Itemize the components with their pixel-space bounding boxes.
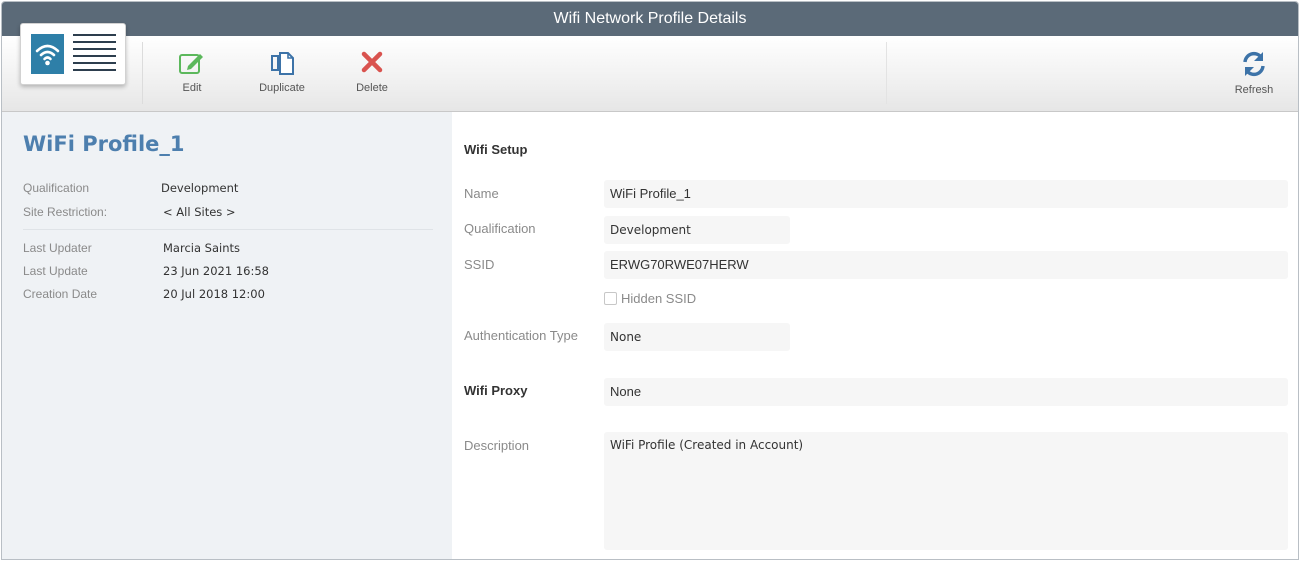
meta-label: Last Updater (23, 241, 92, 255)
name-label: Name (464, 186, 499, 201)
meta-value: 23 Jun 2021 16:58 (163, 264, 269, 278)
auth-type-field[interactable]: None (604, 323, 790, 351)
delete-label: Delete (356, 82, 388, 94)
meta-divider (23, 229, 433, 230)
ssid-label: SSID (464, 257, 495, 272)
window-title: Wifi Network Profile Details (2, 2, 1298, 36)
edit-icon (179, 54, 203, 74)
description-label: Description (464, 438, 530, 453)
hidden-ssid-label: Hidden SSID (621, 291, 697, 306)
summary-panel: WiFi Profile_1 Qualification Development… (2, 112, 452, 559)
refresh-icon (1243, 51, 1265, 77)
meta-value: Development (161, 181, 239, 195)
duplicate-label: Duplicate (259, 82, 305, 94)
wifi-icon (31, 34, 64, 74)
meta-label: Last Update (23, 264, 88, 278)
delete-icon (361, 51, 383, 73)
wifi-proxy-field[interactable]: None (604, 378, 1288, 406)
toolbar-divider (886, 42, 887, 104)
profile-title: WiFi Profile_1 (23, 132, 185, 156)
refresh-button[interactable]: Refresh (1219, 36, 1289, 106)
refresh-label: Refresh (1234, 84, 1274, 96)
duplicate-icon (271, 52, 294, 75)
details-panel: Wifi Setup Name WiFi Profile_1 Qualifica… (452, 112, 1298, 559)
auth-type-label: Authentication Type (464, 328, 578, 343)
qualification-label: Qualification (464, 221, 536, 236)
qualification-field[interactable]: Development (604, 216, 790, 244)
description-field[interactable]: WiFi Profile (Created in Account) (604, 432, 1288, 550)
hidden-ssid-checkbox[interactable]: Hidden SSID (604, 291, 696, 306)
profile-details-window: Wifi Network Profile Details Edit Duplic… (1, 1, 1299, 560)
name-field[interactable]: WiFi Profile_1 (604, 180, 1288, 208)
wifi-setup-heading: Wifi Setup (464, 142, 528, 157)
meta-label: Creation Date (23, 287, 98, 301)
meta-value: 20 Jul 2018 12:00 (163, 287, 265, 301)
toolbar: Edit Duplicate Delete Refresh (2, 23, 1298, 112)
edit-label: Edit (182, 82, 202, 94)
toolbar-divider (142, 42, 143, 104)
meta-value: Marcia Saints (163, 241, 240, 255)
wifi-proxy-heading: Wifi Proxy (464, 383, 528, 398)
edit-button[interactable]: Edit (157, 36, 227, 106)
duplicate-button[interactable]: Duplicate (247, 36, 317, 106)
meta-label: Qualification (23, 181, 90, 195)
ssid-field[interactable]: ERWG70RWE07HERW (604, 251, 1288, 279)
meta-value: < All Sites > (163, 205, 236, 219)
list-lines-icon (73, 34, 116, 76)
delete-button[interactable]: Delete (337, 36, 407, 106)
meta-label: Site Restriction: (23, 205, 108, 219)
checkbox-box[interactable] (604, 292, 617, 305)
app-logo (20, 23, 126, 85)
